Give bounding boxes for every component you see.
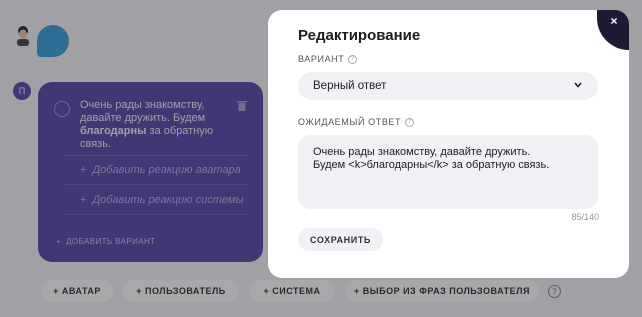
variant-select[interactable]: Верный ответ: [298, 72, 598, 100]
help-icon[interactable]: ?: [405, 117, 415, 127]
variant-select-value: Верный ответ: [313, 80, 387, 92]
variant-label: ВАРИАНТ ?: [298, 54, 358, 64]
expected-answer-label: ОЖИДАЕМЫЙ ОТВЕТ ?: [298, 117, 415, 127]
chevron-down-icon: [574, 82, 582, 88]
char-counter: 85/140: [571, 212, 599, 222]
save-button[interactable]: СОХРАНИТЬ: [298, 228, 383, 251]
modal-title: Редактирование: [298, 27, 421, 44]
help-icon[interactable]: ?: [348, 54, 358, 64]
expected-answer-text: Очень рады знакомству, давайте дружить. …: [313, 146, 550, 171]
edit-modal: × Редактирование ВАРИАНТ ? Верный ответ …: [268, 10, 629, 278]
close-icon[interactable]: ×: [607, 14, 621, 28]
expected-answer-field[interactable]: Очень рады знакомству, давайте дружить. …: [298, 135, 598, 209]
